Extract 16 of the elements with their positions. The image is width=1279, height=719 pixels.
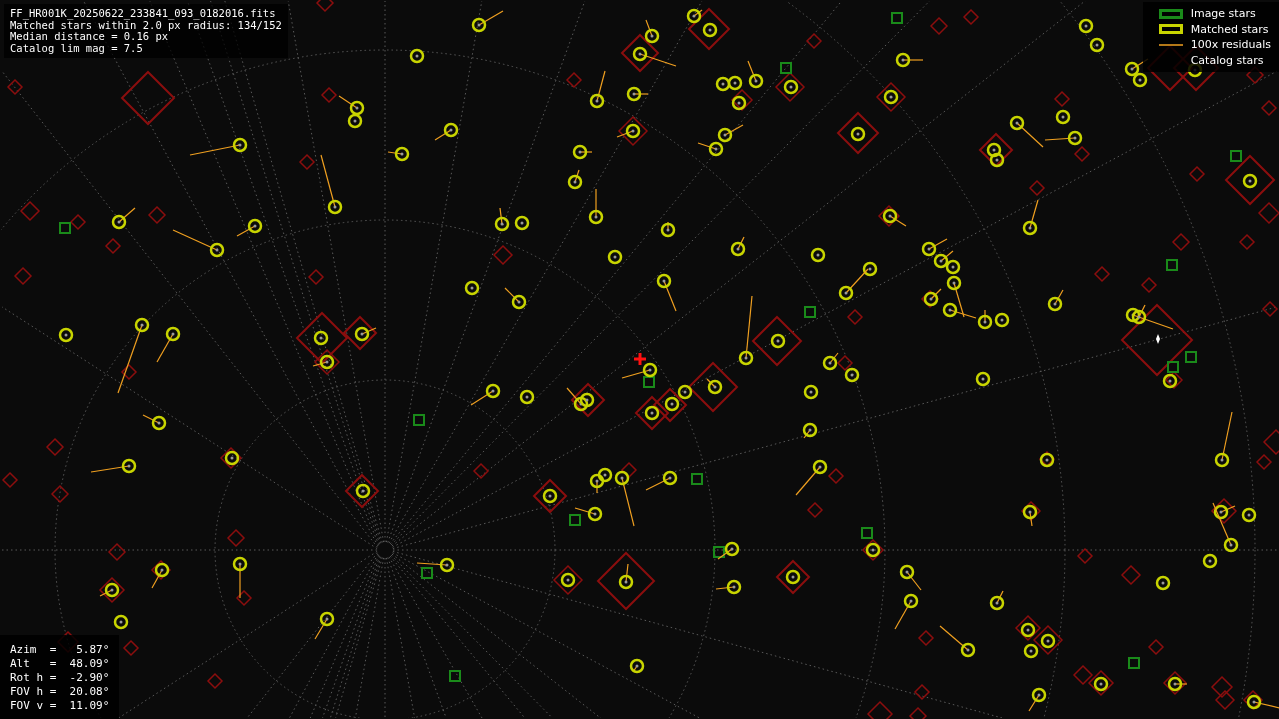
legend-label: Catalog stars (1190, 52, 1264, 68)
legend-label: Image stars (1190, 6, 1256, 22)
center-cross-icon (634, 353, 646, 365)
info-line: Catalog lim mag = 7.5 (10, 42, 144, 54)
info-line: Median distance = 0.16 px (10, 31, 169, 43)
info-line: Matched stars within 2.0 px radius: 134/152 (10, 19, 282, 31)
pointing-line: Rot h = -2.90° (10, 671, 110, 685)
pointing-line: Azim = 5.87° (10, 643, 110, 657)
legend-label: Matched stars (1190, 21, 1269, 37)
bright-star-icon (1156, 334, 1160, 344)
pointing-line: Alt = 48.09° (10, 657, 110, 671)
square-legend-icon (1158, 8, 1183, 19)
pointing-line: FOV h = 20.08° (10, 685, 110, 699)
legend-label: 100x residuals (1190, 37, 1271, 53)
pointing-line: FOV v = 11.09° (10, 699, 110, 713)
info-line: FF_HR001K_20250622_233841_093_0182016.fits (10, 8, 277, 20)
